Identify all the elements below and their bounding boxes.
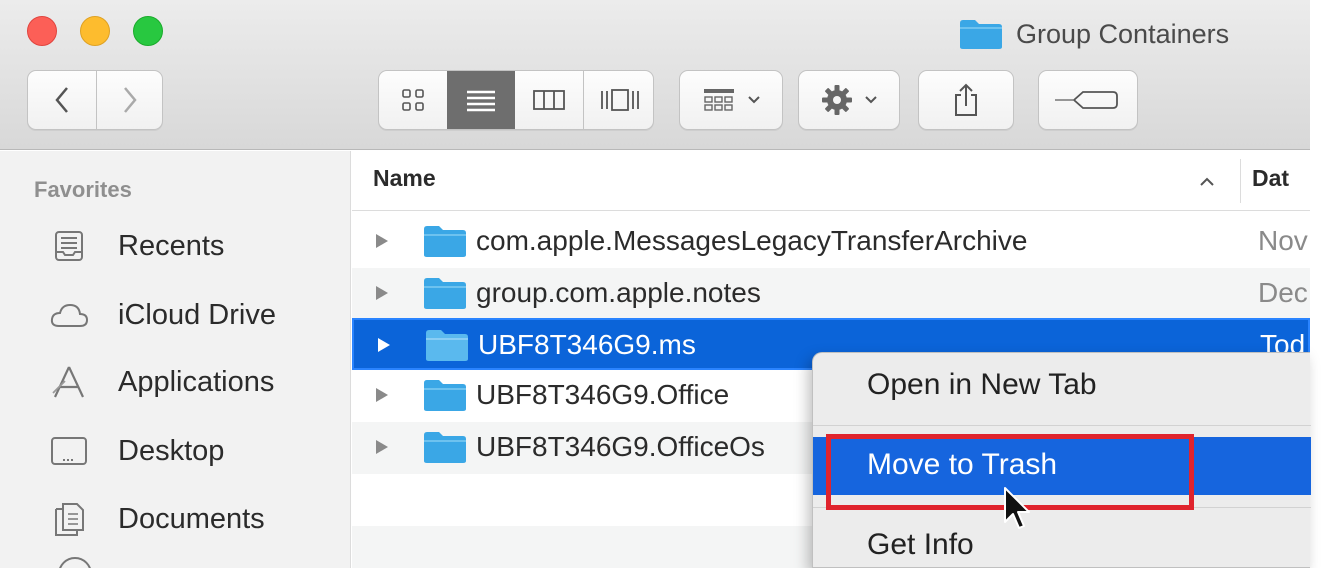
chevron-down-icon bbox=[865, 96, 877, 104]
disclosure-triangle-icon[interactable] bbox=[374, 284, 390, 302]
column-header: Name Dat bbox=[352, 151, 1310, 211]
disclosure-triangle-icon[interactable] bbox=[374, 386, 390, 404]
column-view-icon bbox=[533, 90, 565, 110]
sidebar-item-icloud-drive[interactable]: iCloud Drive bbox=[0, 284, 351, 346]
window-title: Group Containers bbox=[958, 14, 1229, 54]
minimize-window-button[interactable] bbox=[80, 16, 110, 46]
icloud-icon bbox=[48, 295, 90, 335]
sidebar: Favorites Recents iCloud Drive Applicati… bbox=[0, 151, 351, 568]
folder-icon bbox=[426, 330, 468, 361]
group-by-icon bbox=[704, 89, 734, 111]
chevron-down-icon bbox=[748, 96, 760, 104]
close-window-button[interactable] bbox=[27, 16, 57, 46]
menu-item-label: Open in New Tab bbox=[867, 368, 1097, 401]
sidebar-item-label: Applications bbox=[118, 365, 275, 398]
name-column-header[interactable]: Name bbox=[373, 165, 436, 192]
file-name: group.com.apple.notes bbox=[476, 277, 761, 308]
tags-button[interactable] bbox=[1038, 70, 1138, 130]
sidebar-item-recents[interactable]: Recents bbox=[0, 215, 351, 277]
desktop-icon bbox=[48, 431, 90, 471]
menu-item-open-in-new-tab[interactable]: Open in New Tab bbox=[813, 357, 1311, 415]
gear-icon bbox=[822, 85, 852, 115]
menu-item-label: Get Info bbox=[867, 528, 974, 561]
date-column-header[interactable]: Dat bbox=[1252, 165, 1289, 192]
folder-icon bbox=[424, 380, 466, 411]
recents-icon bbox=[48, 226, 90, 266]
action-button[interactable] bbox=[798, 70, 900, 130]
share-button[interactable] bbox=[918, 70, 1014, 130]
sidebar-item-documents[interactable]: Documents bbox=[0, 488, 351, 550]
file-name: com.apple.MessagesLegacyTransferArchive bbox=[476, 225, 1028, 256]
cover-flow-button[interactable] bbox=[584, 71, 653, 129]
column-view-button[interactable] bbox=[515, 71, 583, 129]
forward-button[interactable] bbox=[96, 71, 164, 129]
window-title-text: Group Containers bbox=[1016, 18, 1230, 49]
file-name: UBF8T346G9.OfficeOs bbox=[476, 431, 765, 462]
sidebar-item-applications[interactable]: Applications bbox=[0, 351, 351, 413]
file-row[interactable]: group.com.apple.notes Dec bbox=[352, 268, 1310, 320]
list-view-icon bbox=[467, 90, 495, 112]
disclosure-triangle-icon[interactable] bbox=[376, 336, 392, 354]
sidebar-item-label: iCloud Drive bbox=[118, 298, 276, 331]
documents-icon bbox=[48, 499, 90, 539]
sidebar-item-label: Desktop bbox=[118, 434, 225, 467]
folder-icon bbox=[424, 432, 466, 463]
disclosure-triangle-icon[interactable] bbox=[374, 232, 390, 250]
zoom-window-button[interactable] bbox=[133, 16, 163, 46]
file-date: Nov bbox=[1258, 225, 1308, 256]
list-view-button[interactable] bbox=[447, 71, 515, 129]
menu-separator bbox=[813, 425, 1311, 426]
folder-icon bbox=[960, 20, 1002, 49]
file-name: UBF8T346G9.ms bbox=[478, 329, 696, 360]
tag-icon bbox=[1055, 91, 1118, 109]
file-date: Dec bbox=[1258, 277, 1308, 308]
sidebar-item-label: Documents bbox=[118, 502, 265, 535]
sort-ascending-icon[interactable] bbox=[1196, 171, 1218, 193]
cover-flow-icon bbox=[600, 89, 639, 111]
folder-icon bbox=[424, 226, 466, 257]
sidebar-item-label: Recents bbox=[118, 229, 225, 262]
folder-icon bbox=[424, 278, 466, 309]
chevron-right-icon bbox=[124, 87, 137, 113]
file-row[interactable]: com.apple.MessagesLegacyTransferArchive … bbox=[352, 216, 1310, 268]
icon-view-button[interactable] bbox=[379, 71, 447, 129]
icon-view-icon bbox=[402, 89, 424, 111]
menu-item-get-info[interactable]: Get Info bbox=[813, 517, 1311, 568]
share-icon bbox=[955, 83, 977, 116]
column-divider[interactable] bbox=[1240, 159, 1241, 203]
sidebar-heading: Favorites bbox=[34, 177, 132, 202]
disclosure-triangle-icon[interactable] bbox=[374, 438, 390, 456]
applications-icon bbox=[48, 362, 90, 402]
sidebar-item-partial bbox=[58, 557, 92, 568]
mouse-cursor-icon bbox=[1004, 487, 1030, 529]
file-name: UBF8T346G9.Office bbox=[476, 379, 730, 410]
sidebar-item-desktop[interactable]: Desktop bbox=[0, 420, 351, 482]
nav-buttons bbox=[27, 70, 163, 130]
group-by-button[interactable] bbox=[679, 70, 783, 130]
chevron-left-icon bbox=[55, 87, 68, 113]
back-button[interactable] bbox=[28, 71, 96, 129]
view-mode-control bbox=[378, 70, 654, 130]
toolbar: Group Containers bbox=[0, 0, 1310, 150]
